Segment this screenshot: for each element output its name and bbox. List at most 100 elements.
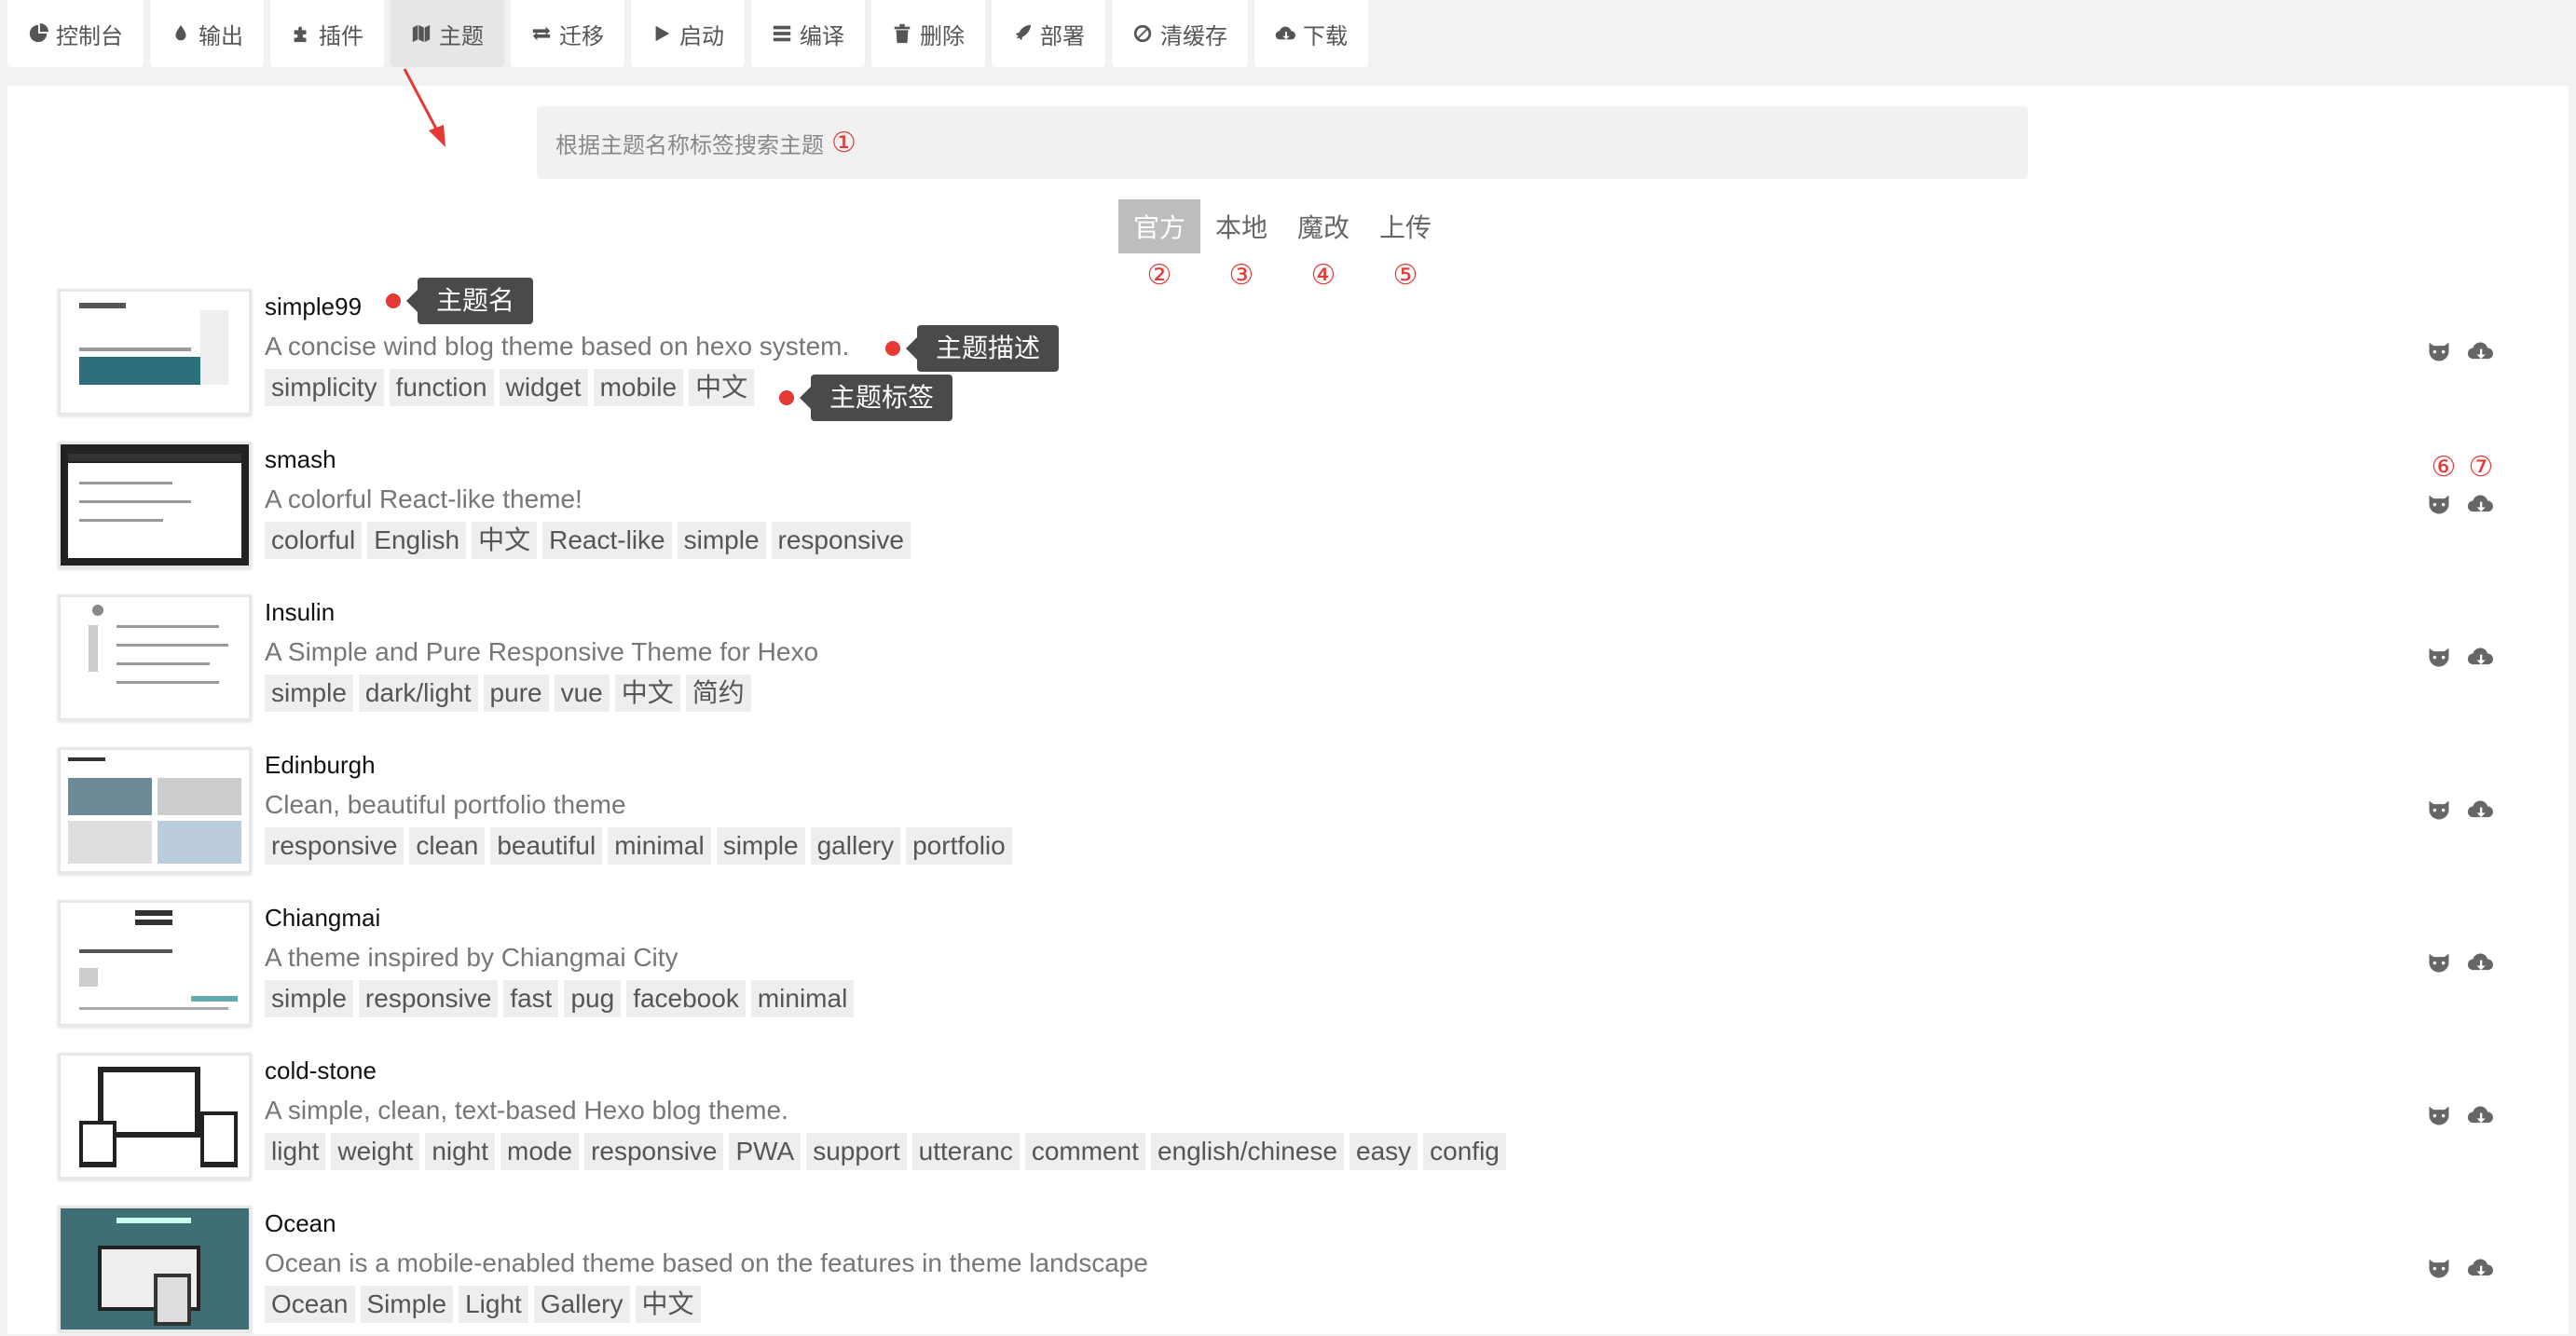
- callout-dot-icon: [386, 293, 401, 308]
- theme-tag[interactable]: gallery: [810, 827, 901, 865]
- theme-tag[interactable]: light: [265, 1133, 326, 1170]
- cloud-download-icon[interactable]: [2466, 796, 2494, 824]
- theme-tag[interactable]: config: [1423, 1133, 1506, 1170]
- theme-tag[interactable]: easy: [1350, 1133, 1418, 1170]
- cloud-download-icon[interactable]: [2466, 490, 2494, 518]
- download-button[interactable]: 下载: [1254, 0, 1368, 67]
- theme-tag[interactable]: Ocean: [265, 1286, 355, 1323]
- theme-thumbnail[interactable]: [58, 289, 252, 416]
- theme-item: Chiangmai A theme inspired by Chiangmai …: [58, 900, 2537, 1030]
- theme-thumbnail[interactable]: [58, 1206, 252, 1332]
- theme-thumbnail[interactable]: [58, 900, 252, 1027]
- plugins-label: 插件: [319, 23, 363, 49]
- theme-tag[interactable]: 中文: [472, 522, 538, 559]
- theme-tag[interactable]: 简约: [685, 675, 751, 712]
- theme-tag[interactable]: english/chinese: [1150, 1133, 1344, 1170]
- puzzle-icon: [291, 23, 311, 44]
- theme-tag[interactable]: responsive: [584, 1133, 724, 1170]
- theme-tag[interactable]: fast: [503, 980, 559, 1017]
- theme-tag[interactable]: portfolio: [906, 827, 1012, 865]
- tab-local[interactable]: 本地: [1200, 199, 1282, 253]
- output-button[interactable]: 输出: [150, 0, 264, 67]
- theme-tag[interactable]: dark/light: [358, 675, 478, 712]
- ban-icon: [1132, 23, 1153, 44]
- theme-tag[interactable]: minimal: [608, 827, 711, 865]
- theme-tag[interactable]: clean: [409, 827, 486, 865]
- theme-tag[interactable]: English: [367, 522, 467, 559]
- theme-tag[interactable]: Simple: [360, 1286, 454, 1323]
- tab-modified[interactable]: 魔改: [1282, 199, 1364, 253]
- theme-tag[interactable]: simplicity: [265, 369, 384, 406]
- theme-tag[interactable]: 中文: [614, 675, 680, 712]
- start-button[interactable]: 启动: [631, 0, 745, 67]
- theme-tag[interactable]: vue: [554, 675, 610, 712]
- theme-tag[interactable]: comment: [1024, 1133, 1145, 1170]
- deploy-button[interactable]: 部署: [992, 0, 1105, 67]
- theme-tag[interactable]: widget: [499, 369, 588, 406]
- theme-actions: [2425, 1101, 2507, 1129]
- cloud-download-icon[interactable]: [2466, 948, 2494, 976]
- clear-cache-button[interactable]: 清缓存: [1112, 0, 1248, 67]
- theme-tag[interactable]: night: [425, 1133, 496, 1170]
- cloud-download-icon[interactable]: [2466, 337, 2494, 365]
- theme-tag[interactable]: simple: [265, 675, 353, 712]
- github-icon[interactable]: [2425, 796, 2453, 824]
- github-icon[interactable]: [2425, 948, 2453, 976]
- compile-button[interactable]: 编译: [751, 0, 865, 67]
- theme-tag[interactable]: pure: [483, 675, 549, 712]
- theme-tag[interactable]: simple: [677, 522, 766, 559]
- output-label: 输出: [199, 23, 243, 49]
- github-icon[interactable]: [2425, 643, 2453, 671]
- cloud-download-icon[interactable]: [2466, 1254, 2494, 1282]
- github-icon[interactable]: [2425, 337, 2453, 365]
- theme-tag[interactable]: utteranc: [911, 1133, 1020, 1170]
- themes-label: 主题: [439, 23, 484, 49]
- theme-thumbnail[interactable]: [58, 442, 252, 568]
- trash-icon: [892, 23, 912, 44]
- theme-thumbnail[interactable]: [58, 594, 252, 721]
- theme-tag[interactable]: responsive: [771, 522, 911, 559]
- theme-tag[interactable]: mode: [500, 1133, 580, 1170]
- github-icon[interactable]: [2425, 1254, 2453, 1282]
- themes-button[interactable]: 主题: [391, 0, 504, 67]
- theme-description: A simple, clean, text-based Hexo blog th…: [265, 1096, 788, 1125]
- cloud-download-icon[interactable]: [2466, 1101, 2494, 1129]
- theme-tag[interactable]: 中文: [635, 1286, 701, 1323]
- theme-tag[interactable]: beautiful: [490, 827, 603, 865]
- github-icon[interactable]: [2425, 1101, 2453, 1129]
- theme-tag[interactable]: PWA: [729, 1133, 802, 1170]
- theme-tag[interactable]: function: [389, 369, 494, 406]
- theme-tag[interactable]: responsive: [265, 827, 404, 865]
- theme-tag[interactable]: React-like: [542, 522, 672, 559]
- theme-thumbnail[interactable]: [58, 1053, 252, 1179]
- theme-tag[interactable]: 中文: [689, 369, 755, 406]
- theme-tag[interactable]: responsive: [358, 980, 499, 1017]
- tab-marker: ⑤: [1392, 260, 1418, 291]
- theme-tag[interactable]: simple: [265, 980, 353, 1017]
- tab-upload[interactable]: 上传: [1364, 199, 1446, 253]
- theme-item: Insulin A Simple and Pure Responsive The…: [58, 594, 2537, 725]
- theme-tag[interactable]: colorful: [265, 522, 363, 559]
- tab-official[interactable]: 官方: [1118, 199, 1200, 253]
- cloud-download-icon[interactable]: [2466, 643, 2494, 671]
- theme-search-input[interactable]: 根据主题名称标签搜索主题 ①: [537, 106, 2028, 179]
- theme-tag[interactable]: support: [806, 1133, 907, 1170]
- start-label: 启动: [679, 23, 724, 49]
- theme-tag[interactable]: weight: [331, 1133, 420, 1170]
- theme-tag[interactable]: Gallery: [533, 1286, 630, 1323]
- theme-tag[interactable]: minimal: [750, 980, 855, 1017]
- theme-thumbnail[interactable]: [58, 747, 252, 874]
- theme-actions: [2425, 490, 2507, 518]
- theme-tag[interactable]: simple: [716, 827, 805, 865]
- callout-label: 主题名: [405, 278, 534, 324]
- theme-tag[interactable]: mobile: [593, 369, 684, 406]
- migrate-button[interactable]: 迁移: [511, 0, 624, 67]
- github-icon[interactable]: [2425, 490, 2453, 518]
- dashboard-button[interactable]: 控制台: [7, 0, 144, 67]
- plugins-button[interactable]: 插件: [270, 0, 384, 67]
- migrate-label: 迁移: [559, 23, 604, 49]
- theme-tag[interactable]: Light: [459, 1286, 528, 1323]
- theme-tag[interactable]: facebook: [626, 980, 746, 1017]
- delete-button[interactable]: 删除: [871, 0, 985, 67]
- theme-tag[interactable]: pug: [564, 980, 622, 1017]
